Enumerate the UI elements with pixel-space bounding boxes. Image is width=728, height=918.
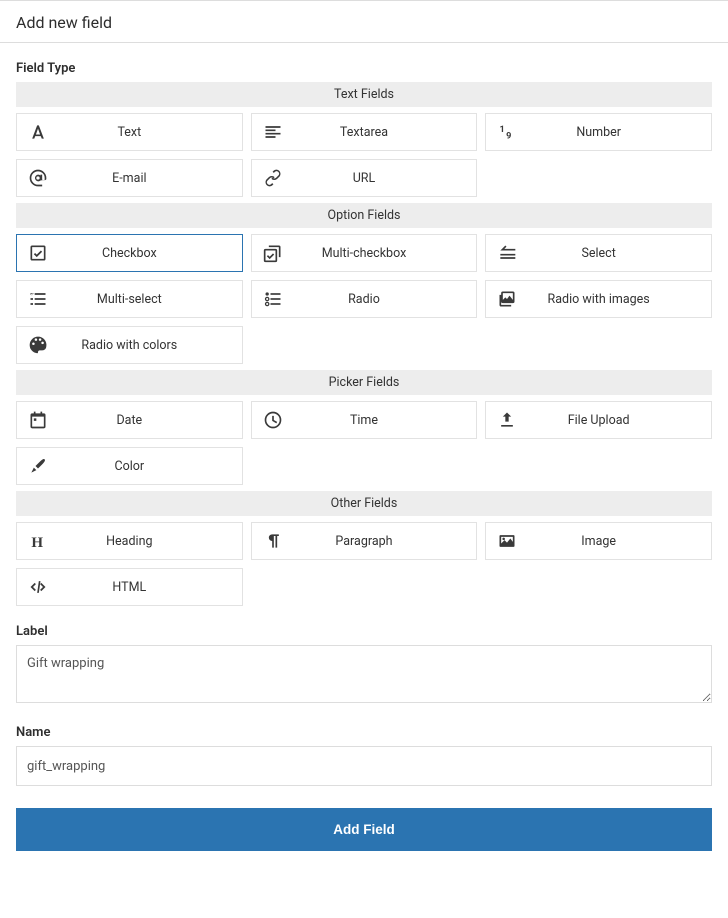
svg-text:9: 9 [506, 132, 511, 142]
link-icon [252, 168, 294, 188]
name-input[interactable] [16, 746, 712, 786]
one-nine-icon: 19 [486, 122, 528, 142]
type-tile-label: Paragraph [294, 534, 477, 549]
type-tile-label: Checkbox [59, 246, 242, 261]
align-left-icon [252, 122, 294, 142]
type-grid: H Heading Paragraph Image HTML [16, 522, 712, 606]
palette-icon [17, 335, 59, 355]
type-tile-label: URL [294, 171, 477, 186]
add-field-button[interactable]: Add Field [16, 808, 712, 851]
type-tile-select[interactable]: Select [485, 234, 712, 272]
name-field-label: Name [16, 725, 712, 740]
font-icon [17, 122, 59, 142]
clock-icon [252, 410, 294, 430]
type-tile-email[interactable]: E-mail [16, 159, 243, 197]
type-tile-label: Radio [294, 292, 477, 307]
type-tile-paragraph[interactable]: Paragraph [251, 522, 478, 560]
type-tile-heading[interactable]: H Heading [16, 522, 243, 560]
svg-text:H: H [31, 535, 43, 551]
type-tile-text[interactable]: Text [16, 113, 243, 151]
image-icon [486, 531, 528, 551]
type-tile-label: File Upload [528, 413, 711, 428]
type-tile-radio-colors[interactable]: Radio with colors [16, 326, 243, 364]
pilcrow-icon [252, 531, 294, 551]
type-tile-multi-select[interactable]: Multi-select [16, 280, 243, 318]
type-tile-html[interactable]: HTML [16, 568, 243, 606]
type-tile-label: Date [59, 413, 242, 428]
type-tile-label: Radio with images [528, 292, 711, 307]
type-tile-label: Number [528, 125, 711, 140]
type-tile-label: Color [59, 459, 242, 474]
type-tile-textarea[interactable]: Textarea [251, 113, 478, 151]
multi-select-icon [17, 289, 59, 309]
type-tile-label: Text [59, 125, 242, 140]
type-tile-number[interactable]: 19Number [485, 113, 712, 151]
radio-icon [252, 289, 294, 309]
heading-icon: H [17, 531, 59, 551]
label-field-label: Label [16, 624, 712, 639]
checkbox-icon [17, 243, 59, 263]
label-input[interactable] [16, 645, 712, 703]
type-tile-image[interactable]: Image [485, 522, 712, 560]
group-header: Other Fields [16, 491, 712, 516]
type-tile-label: Radio with colors [59, 338, 242, 353]
group-header: Picker Fields [16, 370, 712, 395]
type-tile-label: Select [528, 246, 711, 261]
type-tile-radio[interactable]: Radio [251, 280, 478, 318]
page-title: Add new field [0, 1, 728, 43]
calendar-icon [17, 410, 59, 430]
type-tile-label: Multi-select [59, 292, 242, 307]
type-tile-multi-checkbox[interactable]: Multi-checkbox [251, 234, 478, 272]
type-tile-checkbox[interactable]: Checkbox [16, 234, 243, 272]
type-tile-label: E-mail [59, 171, 242, 186]
type-grid: Checkbox Multi-checkbox Select Multi-select… [16, 234, 712, 364]
type-grid: TextTextarea19NumberE-mailURL [16, 113, 712, 197]
images-icon [486, 289, 528, 309]
select-icon [486, 243, 528, 263]
field-type-label: Field Type [16, 61, 712, 76]
brush-icon [17, 456, 59, 476]
type-tile-radio-images[interactable]: Radio with images [485, 280, 712, 318]
type-tile-label: Image [528, 534, 711, 549]
type-tile-date[interactable]: Date [16, 401, 243, 439]
at-icon [17, 168, 59, 188]
upload-icon [486, 410, 528, 430]
type-tile-label: Textarea [294, 125, 477, 140]
type-tile-label: HTML [59, 580, 242, 595]
type-tile-time[interactable]: Time [251, 401, 478, 439]
type-tile-file-upload[interactable]: File Upload [485, 401, 712, 439]
svg-text:1: 1 [500, 125, 505, 135]
multi-checkbox-icon [252, 243, 294, 263]
code-icon [17, 577, 59, 597]
type-tile-color[interactable]: Color [16, 447, 243, 485]
type-tile-label: Time [294, 413, 477, 428]
group-header: Text Fields [16, 82, 712, 107]
type-tile-label: Multi-checkbox [294, 246, 477, 261]
type-grid: Date Time File Upload Color [16, 401, 712, 485]
type-tile-label: Heading [59, 534, 242, 549]
type-tile-url[interactable]: URL [251, 159, 478, 197]
group-header: Option Fields [16, 203, 712, 228]
